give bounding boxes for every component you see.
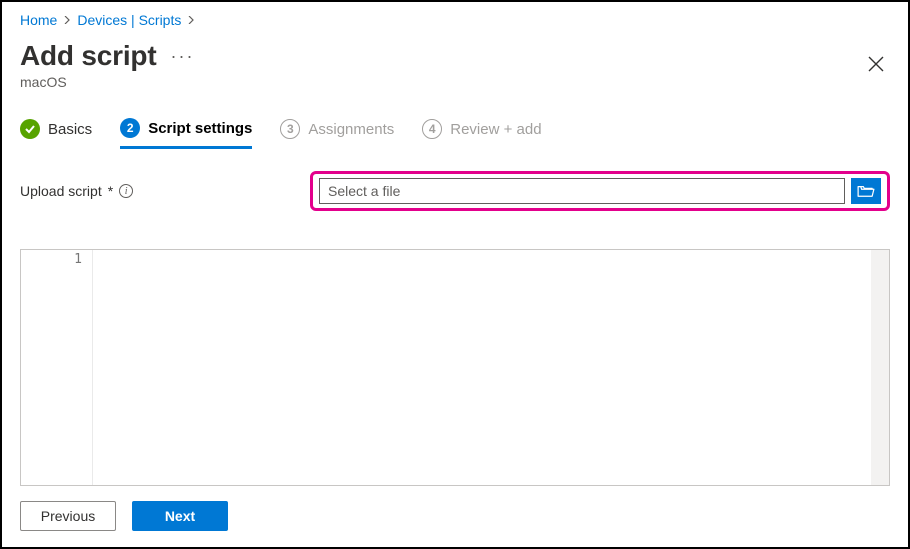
line-number: 1 bbox=[21, 252, 82, 267]
close-icon bbox=[868, 56, 884, 72]
footer-actions: Previous Next bbox=[2, 486, 908, 547]
step-label: Review + add bbox=[450, 121, 541, 138]
step-review-add[interactable]: 4 Review + add bbox=[422, 118, 541, 148]
breadcrumb-devices-scripts[interactable]: Devices | Scripts bbox=[77, 12, 181, 28]
step-label: Script settings bbox=[148, 120, 252, 137]
breadcrumb-home[interactable]: Home bbox=[20, 12, 57, 28]
upload-script-row: Upload script * i bbox=[20, 171, 890, 211]
breadcrumb: Home Devices | Scripts bbox=[20, 10, 890, 34]
step-basics[interactable]: Basics bbox=[20, 118, 92, 148]
step-number-icon: 4 bbox=[422, 119, 442, 139]
more-actions-icon[interactable]: ··· bbox=[170, 46, 194, 67]
wizard-steps: Basics 2 Script settings 3 Assignments 4… bbox=[20, 118, 890, 149]
editor-body[interactable] bbox=[93, 250, 889, 485]
browse-file-button[interactable] bbox=[851, 178, 881, 204]
chevron-right-icon bbox=[63, 13, 71, 27]
upload-highlight bbox=[310, 171, 890, 211]
upload-script-label: Upload script * i bbox=[20, 183, 300, 199]
chevron-right-icon bbox=[187, 13, 195, 27]
close-button[interactable] bbox=[862, 50, 890, 81]
page-subtitle: macOS bbox=[20, 74, 194, 90]
folder-open-icon bbox=[857, 184, 875, 198]
editor-gutter: 1 bbox=[21, 250, 93, 485]
page-title: Add script bbox=[20, 40, 156, 72]
file-select-input[interactable] bbox=[319, 178, 845, 204]
step-assignments[interactable]: 3 Assignments bbox=[280, 118, 394, 148]
check-icon bbox=[20, 119, 40, 139]
previous-button[interactable]: Previous bbox=[20, 501, 116, 531]
step-label: Basics bbox=[48, 121, 92, 138]
info-icon[interactable]: i bbox=[119, 184, 133, 198]
step-script-settings[interactable]: 2 Script settings bbox=[120, 118, 252, 149]
script-editor[interactable]: 1 bbox=[20, 249, 890, 486]
required-mark: * bbox=[108, 183, 113, 199]
step-number-icon: 2 bbox=[120, 118, 140, 138]
step-label: Assignments bbox=[308, 121, 394, 138]
next-button[interactable]: Next bbox=[132, 501, 228, 531]
step-number-icon: 3 bbox=[280, 119, 300, 139]
